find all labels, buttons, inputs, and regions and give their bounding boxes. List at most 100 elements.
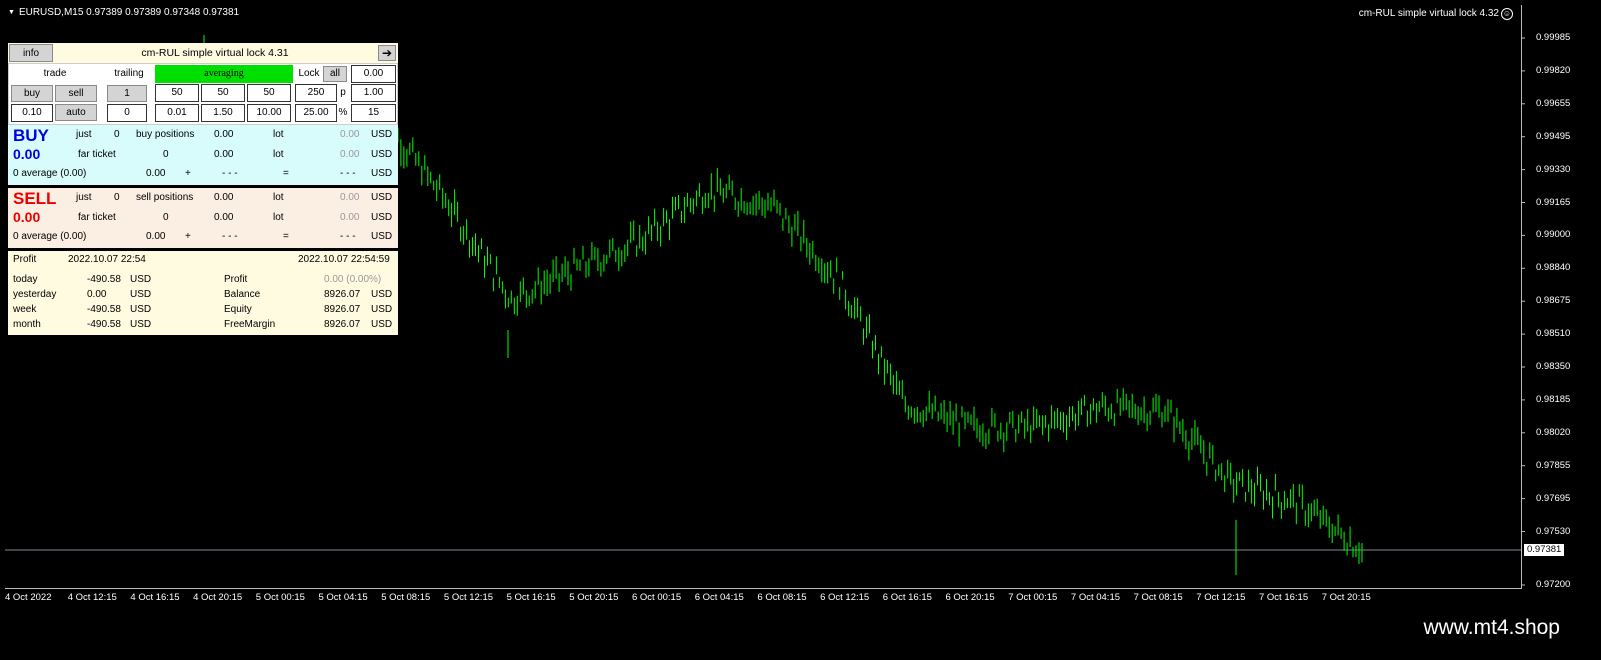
buy-far-usd: USD [371, 149, 393, 160]
sell-average-usd: USD [371, 231, 393, 242]
time-tick-label: 6 Oct 00:15 [632, 592, 682, 603]
buy-dashes-total: - - - [340, 168, 356, 179]
price-tick-label: 0.99820 [1536, 64, 1571, 76]
sell-average-value: 0.00 [146, 231, 166, 242]
profit-row-value: -490.58 [87, 304, 121, 315]
time-tick-label: 7 Oct 00:15 [1008, 592, 1058, 603]
time-tick-label: 5 Oct 00:15 [255, 592, 305, 603]
buy-far-label: far ticket [78, 149, 116, 160]
panel-title-bar: info cm-RUL simple virtual lock 4.31 ➔ [8, 43, 398, 63]
account-metric-name: FreeMargin [224, 319, 276, 330]
buy-equals: = [283, 168, 289, 179]
buy-amount: 0.00 [13, 146, 41, 162]
profit-row-value: -490.58 [87, 319, 121, 330]
price-tick-label: 0.98840 [1536, 262, 1571, 274]
lock-value-field[interactable]: 0.00 [351, 65, 396, 83]
lock-percent-field[interactable]: 25.00 [295, 104, 337, 122]
time-tick-label: 6 Oct 12:15 [820, 592, 870, 603]
buy-positions-value: 0.00 [214, 129, 234, 140]
sell-amount: 0.00 [13, 209, 41, 225]
account-metric-currency: USD [371, 289, 393, 300]
account-metric-name: Balance [224, 289, 261, 300]
sell-title: SELL [13, 189, 57, 208]
averaging-field-6[interactable]: 10.00 [247, 104, 291, 122]
price-tick-label: 0.97695 [1536, 492, 1571, 504]
buy-far-lot-label: lot [273, 149, 284, 160]
sell-positions-value: 0.00 [214, 192, 234, 203]
account-metric-value: 8926.07 [324, 289, 361, 300]
buy-far-lot-value: 0.00 [340, 149, 360, 160]
price-tick-label: 0.97855 [1536, 459, 1571, 471]
averaging-field-2[interactable]: 50 [201, 84, 245, 102]
lock-value2-field[interactable]: 15 [351, 104, 396, 122]
buy-title: BUY [13, 126, 49, 145]
control-panel: info cm-RUL simple virtual lock 4.31 ➔ t… [8, 43, 398, 335]
lock-all-button[interactable]: all [323, 66, 347, 82]
account-metric-name: Profit [224, 274, 248, 285]
sell-just-count: 0 [114, 192, 120, 203]
sell-average-label: 0 average (0.00) [13, 231, 87, 242]
buy-average-usd: USD [371, 168, 393, 179]
price-tick-label: 0.99000 [1536, 229, 1571, 241]
sell-lot-value: 0.00 [340, 192, 360, 203]
buy-lot-value: 0.00 [340, 129, 360, 140]
trade-label: trade [43, 68, 67, 79]
time-tick-label: 5 Oct 04:15 [318, 592, 368, 603]
panel-title: cm-RUL simple virtual lock 4.31 [141, 47, 289, 59]
sell-far-lot-value: 0.00 [340, 212, 360, 223]
averaging-field-4[interactable]: 0.01 [155, 104, 199, 122]
buy-just-count: 0 [114, 129, 120, 140]
sell-just-label: just [76, 192, 92, 203]
ea-label[interactable]: cm-RUL simple virtual lock 4.32 ☺ [1359, 8, 1513, 20]
buy-just-label: just [76, 129, 92, 140]
profit-row-currency: USD [130, 274, 152, 285]
lock-multiplier-field[interactable]: 1.00 [351, 84, 396, 102]
averaging-button[interactable]: averaging [155, 65, 293, 83]
account-metric-name: Equity [224, 304, 252, 315]
lock-points-field[interactable]: 250 [295, 84, 337, 102]
buy-button[interactable]: buy [11, 85, 53, 102]
symbol-info: EURUSD,M15 0.97389 0.97389 0.97348 0.973… [18, 7, 240, 18]
price-tick-label: 0.99655 [1536, 97, 1571, 109]
buy-positions-label: buy positions [136, 129, 195, 140]
price-tick-label: 0.98185 [1536, 393, 1571, 405]
percent-unit-label: % [338, 107, 348, 118]
averaging-field-1[interactable]: 50 [155, 84, 199, 102]
time-tick-label: 5 Oct 12:15 [443, 592, 494, 603]
sell-plus: + [185, 231, 191, 242]
price-tick-label: 0.99330 [1536, 163, 1571, 175]
sell-usd-label: USD [371, 192, 393, 203]
sell-button[interactable]: sell [55, 85, 97, 102]
auto-button[interactable]: auto [55, 104, 97, 121]
sell-far-value: 0.00 [214, 212, 234, 223]
buy-dashes: - - - [222, 168, 238, 179]
time-tick-label: 6 Oct 04:15 [694, 592, 744, 603]
averaging-field-5[interactable]: 1.50 [201, 104, 245, 122]
profit-row-currency: USD [130, 319, 152, 330]
dropdown-triangle-icon[interactable]: ▼ [8, 9, 15, 16]
profit-row-value: -490.58 [87, 274, 121, 285]
time-tick-label: 4 Oct 12:15 [67, 592, 117, 603]
account-metric-currency: USD [371, 304, 393, 315]
buy-far-count: 0 [163, 149, 169, 160]
time-tick-label: 7 Oct 12:15 [1196, 592, 1246, 603]
price-tick-label: 0.98350 [1536, 361, 1571, 372]
time-tick-label: 5 Oct 08:15 [381, 592, 431, 603]
profit-row-name: week [13, 304, 37, 315]
time-tick-label: 4 Oct 16:15 [130, 592, 180, 603]
trailing-toggle[interactable]: 1 [107, 85, 147, 102]
averaging-field-3[interactable]: 50 [247, 84, 291, 102]
lot-field[interactable]: 0.10 [11, 104, 53, 122]
sell-far-count: 0 [163, 212, 169, 223]
time-tick-label: 4 Oct 2022 [5, 592, 52, 603]
time-tick-label: 6 Oct 08:15 [757, 592, 807, 603]
profit-row-name: today [13, 274, 38, 285]
points-unit-label: p [340, 87, 346, 98]
account-metric-currency: USD [371, 319, 393, 330]
ea-name: cm-RUL simple virtual lock 4.32 [1358, 8, 1499, 19]
info-button[interactable]: info [9, 44, 53, 62]
collapse-arrow-icon[interactable]: ➔ [378, 45, 396, 61]
trailing-field[interactable]: 0 [107, 104, 147, 122]
sell-far-label: far ticket [78, 212, 116, 223]
time-tick-label: 4 Oct 20:15 [193, 592, 243, 603]
